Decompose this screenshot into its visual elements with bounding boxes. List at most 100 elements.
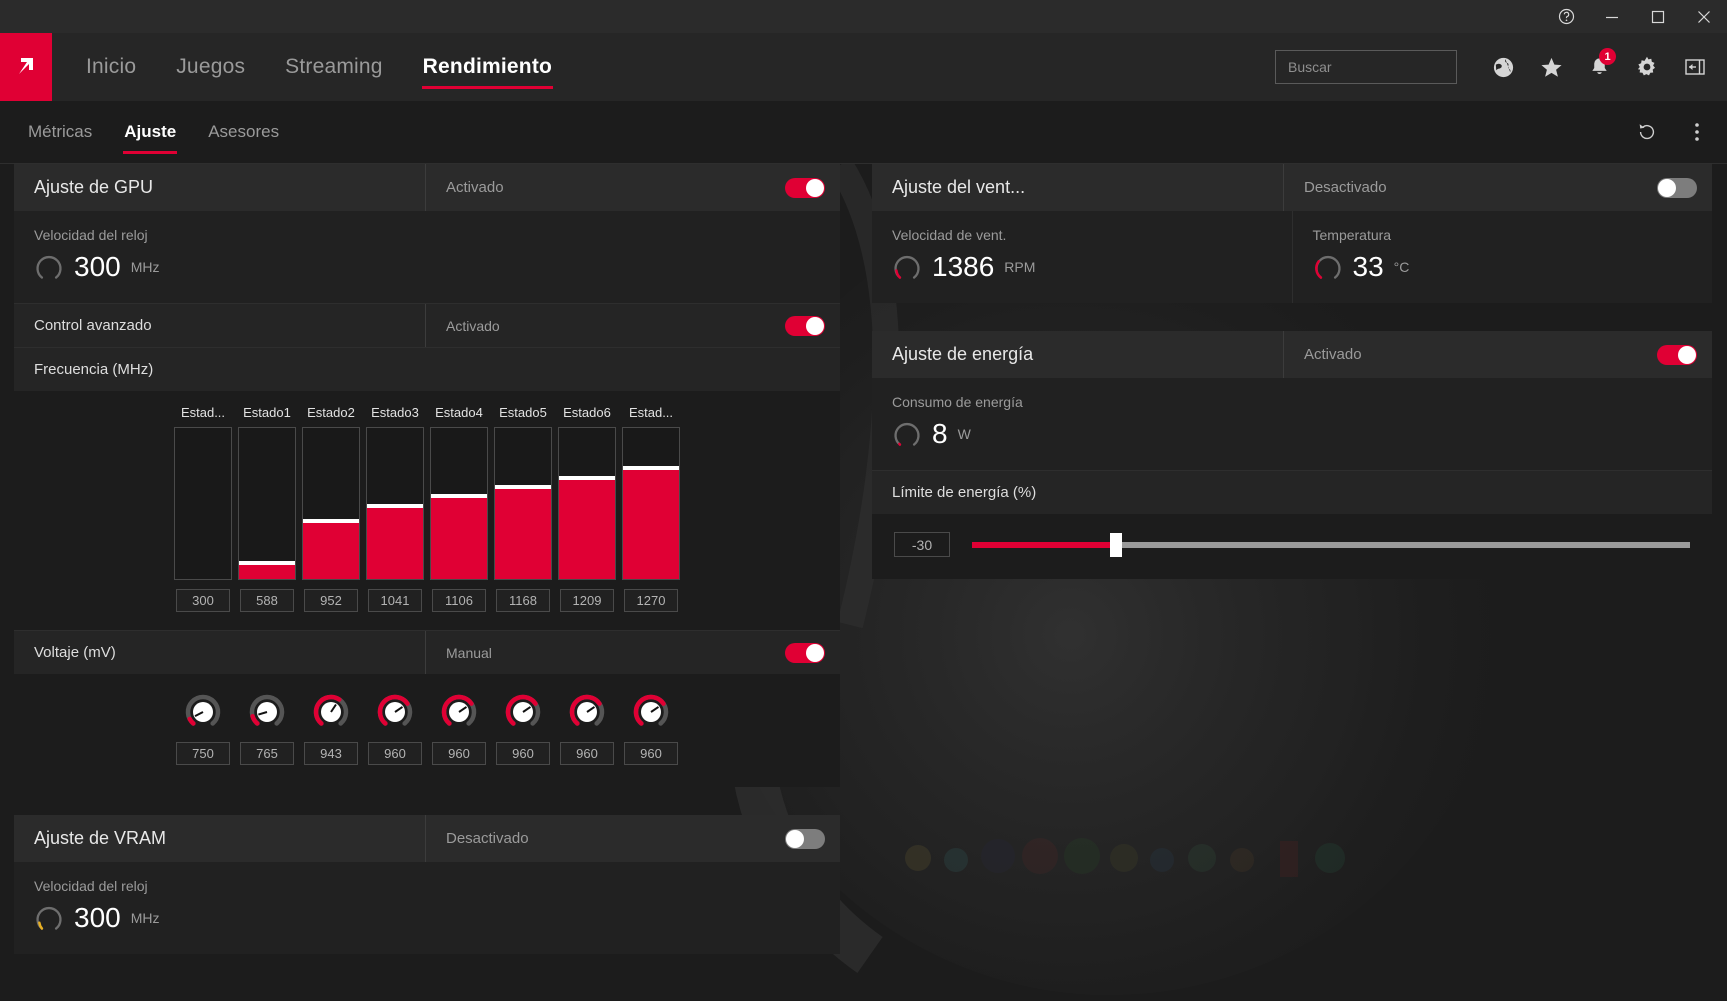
amd-radeon-logo[interactable] xyxy=(0,33,52,101)
vram-tuning-header: Ajuste de VRAM Desactivado xyxy=(14,815,840,862)
frequency-value-field[interactable]: 1270 xyxy=(624,589,678,612)
frequency-state-column[interactable]: Estado6 1209 xyxy=(558,405,616,612)
frequency-value-field[interactable]: 952 xyxy=(304,589,358,612)
voltage-knob-column[interactable]: 750 xyxy=(174,692,232,765)
power-limit-slider-thumb[interactable] xyxy=(1109,532,1122,557)
frequency-state-column[interactable]: Estad... 300 xyxy=(174,405,232,612)
voltage-knob-icon[interactable] xyxy=(503,692,543,732)
window-titlebar xyxy=(0,0,1727,33)
help-button[interactable] xyxy=(1543,0,1589,33)
voltage-knob-icon[interactable] xyxy=(567,692,607,732)
frequency-value-field[interactable]: 1209 xyxy=(560,589,614,612)
settings-button[interactable] xyxy=(1625,45,1669,89)
frequency-state-column[interactable]: Estado3 1041 xyxy=(366,405,424,612)
voltage-knob-column[interactable]: 960 xyxy=(366,692,424,765)
frequency-value-field[interactable]: 300 xyxy=(176,589,230,612)
fan-speed-label: Velocidad de vent. xyxy=(892,227,1007,243)
frequency-state-column[interactable]: Estado5 1168 xyxy=(494,405,552,612)
tab-ajuste[interactable]: Ajuste xyxy=(108,101,192,164)
minimize-button[interactable] xyxy=(1589,0,1635,33)
nav-item-inicio[interactable]: Inicio xyxy=(66,33,156,101)
voltage-knob-icon[interactable] xyxy=(439,692,479,732)
voltage-knob-column[interactable]: 960 xyxy=(430,692,488,765)
frequency-bar-fill xyxy=(623,465,679,579)
voltage-knob-column[interactable]: 960 xyxy=(622,692,680,765)
frequency-state-column[interactable]: Estado2 952 xyxy=(302,405,360,612)
voltage-value-field[interactable]: 960 xyxy=(496,742,550,765)
frequency-bar-track[interactable] xyxy=(366,427,424,580)
power-gauge-icon xyxy=(894,423,920,446)
collapse-panel-button[interactable] xyxy=(1673,45,1717,89)
advanced-control-toggle[interactable] xyxy=(785,315,825,336)
frequency-bar-track[interactable] xyxy=(174,427,232,580)
voltage-value-field[interactable]: 765 xyxy=(240,742,294,765)
frequency-value-field[interactable]: 588 xyxy=(240,589,294,612)
favorites-button[interactable] xyxy=(1529,45,1573,89)
tab-asesores[interactable]: Asesores xyxy=(192,101,295,164)
gpu-tuning-header: Ajuste de GPU Activado xyxy=(14,164,840,211)
frequency-state-column[interactable]: Estad... 1270 xyxy=(622,405,680,612)
power-limit-value[interactable]: -30 xyxy=(894,532,950,557)
maximize-button[interactable] xyxy=(1635,0,1681,33)
nav-item-rendimiento[interactable]: Rendimiento xyxy=(403,33,572,101)
frequency-bar-track[interactable] xyxy=(302,427,360,580)
frequency-bar-track[interactable] xyxy=(622,427,680,580)
left-column: Ajuste de GPU Activado Velocidad del rel… xyxy=(14,164,840,982)
frequency-state-column[interactable]: Estado1 588 xyxy=(238,405,296,612)
voltage-value-field[interactable]: 943 xyxy=(304,742,358,765)
frequency-bar-track[interactable] xyxy=(558,427,616,580)
voltage-knob-icon[interactable] xyxy=(631,692,671,732)
voltage-knob-icon[interactable] xyxy=(375,692,415,732)
fan-tuning-toggle[interactable] xyxy=(1657,177,1697,198)
power-tuning-toggle[interactable] xyxy=(1657,344,1697,365)
frequency-value-field[interactable]: 1106 xyxy=(432,589,486,612)
tab-metricas[interactable]: Métricas xyxy=(12,101,108,164)
vram-clock-value: 300 xyxy=(74,902,121,933)
power-limit-header: Límite de energía (%) xyxy=(872,470,1712,514)
nav-item-streaming[interactable]: Streaming xyxy=(265,33,403,101)
close-button[interactable] xyxy=(1681,0,1727,33)
reset-button[interactable] xyxy=(1629,114,1665,150)
gpu-clock-label: Velocidad del reloj xyxy=(34,227,148,243)
frequency-state-column[interactable]: Estado4 1106 xyxy=(430,405,488,612)
primary-nav: Inicio Juegos Streaming Rendimiento xyxy=(66,33,572,101)
frequency-bar-track[interactable] xyxy=(430,427,488,580)
frequency-bar-fill xyxy=(431,494,487,579)
voltage-knob-icon[interactable] xyxy=(247,692,287,732)
frequency-value-field[interactable]: 1041 xyxy=(368,589,422,612)
frequency-state-label: Estad... xyxy=(628,405,674,420)
nav-label: Inicio xyxy=(86,55,137,78)
toggle-knob xyxy=(806,643,824,662)
globe-button[interactable] xyxy=(1481,45,1525,89)
voltage-knob-column[interactable]: 943 xyxy=(302,692,360,765)
frequency-bar-track[interactable] xyxy=(238,427,296,580)
voltage-knob-column[interactable]: 960 xyxy=(494,692,552,765)
search-input[interactable] xyxy=(1288,59,1469,75)
frequency-value-field[interactable]: 1168 xyxy=(496,589,550,612)
gpu-clock-unit: MHz xyxy=(130,259,160,275)
voltage-value-field[interactable]: 960 xyxy=(560,742,614,765)
subbar-actions xyxy=(1629,114,1727,150)
temperature-gauge-icon xyxy=(1314,256,1341,279)
search-box[interactable] xyxy=(1275,50,1469,84)
voltage-value-field[interactable]: 750 xyxy=(176,742,230,765)
more-options-button[interactable] xyxy=(1679,114,1715,150)
gpu-tuning-toggle[interactable] xyxy=(785,177,825,198)
voltage-knob-icon[interactable] xyxy=(311,692,351,732)
power-tuning-title: Ajuste de energía xyxy=(872,331,1284,378)
voltage-value-field[interactable]: 960 xyxy=(368,742,422,765)
reset-icon xyxy=(1639,124,1655,140)
power-limit-slider[interactable] xyxy=(972,532,1690,557)
nav-item-juegos[interactable]: Juegos xyxy=(156,33,265,101)
subtab-list: Métricas Ajuste Asesores xyxy=(0,101,295,164)
temperature-value: 33 xyxy=(1352,251,1384,282)
voltage-value-field[interactable]: 960 xyxy=(624,742,678,765)
voltage-value-field[interactable]: 960 xyxy=(432,742,486,765)
voltage-toggle[interactable] xyxy=(785,642,825,663)
vram-tuning-toggle[interactable] xyxy=(785,828,825,849)
voltage-knob-column[interactable]: 765 xyxy=(238,692,296,765)
notifications-button[interactable]: 1 xyxy=(1577,45,1621,89)
frequency-bar-track[interactable] xyxy=(494,427,552,580)
voltage-knob-column[interactable]: 960 xyxy=(558,692,616,765)
voltage-knob-icon[interactable] xyxy=(183,692,223,732)
